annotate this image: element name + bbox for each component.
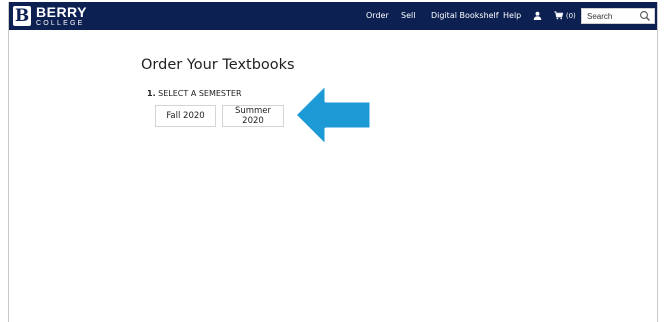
step-number: 1. xyxy=(147,89,156,98)
logo-subtitle: COLLEGE xyxy=(36,20,85,27)
search-box[interactable] xyxy=(581,8,655,24)
logo-mark: B xyxy=(13,6,31,26)
nav-help[interactable]: Help xyxy=(503,2,521,30)
semester-button-fall-2020[interactable]: Fall 2020 xyxy=(155,105,216,127)
search-icon[interactable] xyxy=(639,10,651,22)
top-navigation-bar: B BERRY COLLEGE Order Sell Digital Books… xyxy=(9,2,657,30)
cart-link[interactable]: (0) xyxy=(554,2,576,30)
berry-college-logo[interactable]: B BERRY COLLEGE xyxy=(13,5,87,27)
cart-icon xyxy=(554,11,564,20)
step-label: SELECT A SEMESTER xyxy=(158,89,242,98)
nav-order[interactable]: Order xyxy=(366,2,389,30)
nav-digital-bookshelf[interactable]: Digital Bookshelf xyxy=(431,2,499,30)
pointer-arrow-icon xyxy=(293,82,374,150)
page-title: Order Your Textbooks xyxy=(141,57,295,73)
cart-count: (0) xyxy=(565,12,576,20)
search-input[interactable] xyxy=(587,9,639,23)
step-heading: 1. SELECT A SEMESTER xyxy=(147,89,242,98)
semester-button-summer-2020[interactable]: Summer 2020 xyxy=(222,105,284,127)
account-icon[interactable] xyxy=(533,2,542,30)
logo-name: BERRY xyxy=(36,4,87,20)
page-frame: B BERRY COLLEGE Order Sell Digital Books… xyxy=(8,2,658,322)
nav-sell[interactable]: Sell xyxy=(401,2,415,30)
